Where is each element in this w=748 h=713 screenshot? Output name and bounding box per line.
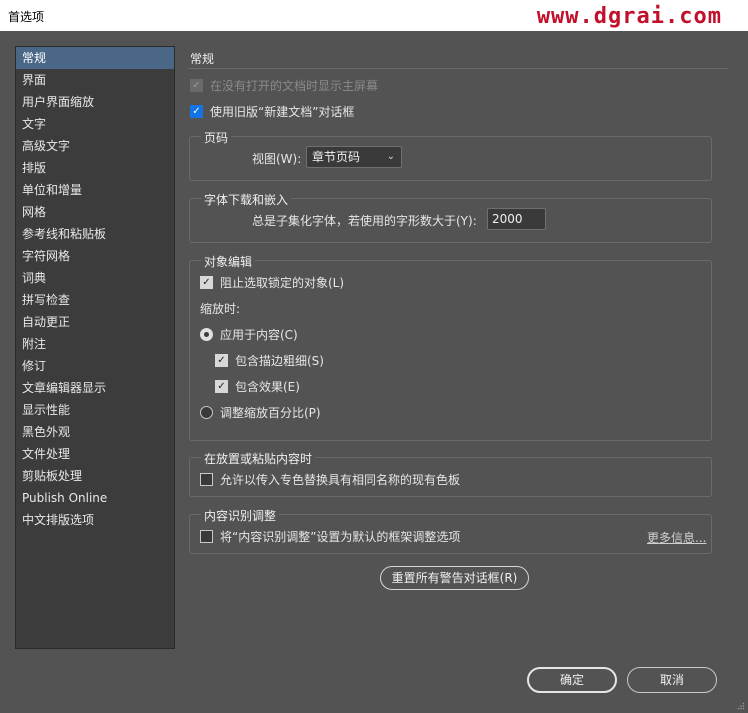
replace-swatches-label: 允许以传入专色替换具有相同名称的现有色板 xyxy=(220,473,461,487)
show-start-screen-option: ✓ 在没有打开的文档时显示主屏幕 xyxy=(190,77,378,94)
sidebar-item-track-changes[interactable]: 修订 xyxy=(16,355,174,377)
apply-to-content-label: 应用于内容(C) xyxy=(220,328,298,342)
show-start-screen-label: 在没有打开的文档时显示主屏幕 xyxy=(210,79,379,93)
chevron-down-icon: ⌄ xyxy=(386,151,395,162)
sidebar-item-cjk-options[interactable]: 中文排版选项 xyxy=(16,509,174,531)
sidebar-item-guides[interactable]: 参考线和粘贴板 xyxy=(16,223,174,245)
sidebar-item-black[interactable]: 黑色外观 xyxy=(16,421,174,443)
view-select-value: 章节页码 xyxy=(312,150,361,164)
include-effects-option[interactable]: ✓ 包含效果(E) xyxy=(215,378,300,395)
include-stroke-option[interactable]: ✓ 包含描边粗细(S) xyxy=(215,352,324,369)
include-stroke-label: 包含描边粗细(S) xyxy=(235,354,324,368)
sidebar-item-grids[interactable]: 网格 xyxy=(16,201,174,223)
content-aware-default-checkbox[interactable] xyxy=(200,530,213,543)
sidebar-item-story-editor[interactable]: 文章编辑器显示 xyxy=(16,377,174,399)
sidebar-item-general[interactable]: 常规 xyxy=(16,47,174,69)
sidebar-item-notes[interactable]: 附注 xyxy=(16,333,174,355)
sidebar-item-dictionary[interactable]: 词典 xyxy=(16,267,174,289)
view-label: 视图(W): xyxy=(252,152,302,166)
sidebar-item-frame-grid[interactable]: 字符网格 xyxy=(16,245,174,267)
sidebar-item-units[interactable]: 单位和增量 xyxy=(16,179,174,201)
resize-grip-icon[interactable] xyxy=(737,702,745,710)
apply-to-content-option[interactable]: 应用于内容(C) xyxy=(200,326,298,343)
replace-swatches-checkbox[interactable] xyxy=(200,473,213,486)
section-title: 常规 xyxy=(190,52,215,66)
more-info-link[interactable]: 更多信息... xyxy=(647,529,706,546)
apply-to-content-radio[interactable] xyxy=(200,328,213,341)
sidebar-item-ui-scaling[interactable]: 用户界面缩放 xyxy=(16,91,174,113)
sidebar-item-display-performance[interactable]: 显示性能 xyxy=(16,399,174,421)
sidebar-item-file-handling[interactable]: 文件处理 xyxy=(16,443,174,465)
font-download-title: 字体下载和嵌入 xyxy=(201,191,292,208)
sidebar-item-clipboard[interactable]: 剪贴板处理 xyxy=(16,465,174,487)
adjust-percent-radio[interactable] xyxy=(200,406,213,419)
watermark: www.dgrai.com xyxy=(536,4,722,29)
sidebar-item-type[interactable]: 文字 xyxy=(16,113,174,135)
show-start-screen-checkbox: ✓ xyxy=(190,79,203,92)
when-scaling-label: 缩放时: xyxy=(200,302,241,316)
include-effects-checkbox[interactable]: ✓ xyxy=(215,380,228,393)
prevent-locked-checkbox[interactable]: ✓ xyxy=(200,276,213,289)
sidebar-item-autocorrect[interactable]: 自动更正 xyxy=(16,311,174,333)
legacy-new-doc-label: 使用旧版“新建文档”对话框 xyxy=(210,105,355,119)
page-numbering-title: 页码 xyxy=(201,129,232,146)
sidebar-item-publish-online[interactable]: Publish Online xyxy=(16,487,174,509)
subset-label: 总是子集化字体，若使用的字形数大于(Y): xyxy=(252,214,477,228)
sidebar-item-advanced-type[interactable]: 高级文字 xyxy=(16,135,174,157)
window-title: 首选项 xyxy=(8,10,45,24)
view-select[interactable]: 章节页码 ⌄ xyxy=(306,146,402,168)
prevent-locked-label: 阻止选取锁定的对象(L) xyxy=(220,276,345,290)
cancel-button[interactable]: 取消 xyxy=(627,667,717,693)
replace-swatches-option[interactable]: 允许以传入专色替换具有相同名称的现有色板 xyxy=(200,471,460,488)
reset-warnings-button[interactable]: 重置所有警告对话框(R) xyxy=(380,566,529,590)
content-aware-default-option[interactable]: 将“内容识别调整”设置为默认的框架调整选项 xyxy=(200,528,460,545)
adjust-percent-option[interactable]: 调整缩放百分比(P) xyxy=(200,404,321,421)
legacy-new-doc-checkbox[interactable]: ✓ xyxy=(190,105,203,118)
prevent-locked-option[interactable]: ✓ 阻止选取锁定的对象(L) xyxy=(200,274,344,291)
legacy-new-doc-option[interactable]: ✓ 使用旧版“新建文档”对话框 xyxy=(190,103,354,120)
include-stroke-checkbox[interactable]: ✓ xyxy=(215,354,228,367)
preferences-sidebar: 常规 界面 用户界面缩放 文字 高级文字 排版 单位和增量 网格 参考线和粘贴板… xyxy=(15,46,175,649)
sidebar-item-spelling[interactable]: 拼写检查 xyxy=(16,289,174,311)
sidebar-item-composition[interactable]: 排版 xyxy=(16,157,174,179)
section-divider xyxy=(188,68,728,69)
object-editing-title: 对象编辑 xyxy=(201,253,256,270)
include-effects-label: 包含效果(E) xyxy=(235,380,300,394)
title-bar: 首选项 www.dgrai.com xyxy=(0,0,748,31)
ok-button[interactable]: 确定 xyxy=(527,667,617,693)
content-aware-default-label: 将“内容识别调整”设置为默认的框架调整选项 xyxy=(220,530,461,544)
subset-threshold-input[interactable]: 2000 xyxy=(487,208,546,230)
adjust-percent-label: 调整缩放百分比(P) xyxy=(220,406,321,420)
place-paste-title: 在放置或粘贴内容时 xyxy=(201,450,316,467)
content-aware-title: 内容识别调整 xyxy=(201,507,280,524)
sidebar-item-interface[interactable]: 界面 xyxy=(16,69,174,91)
